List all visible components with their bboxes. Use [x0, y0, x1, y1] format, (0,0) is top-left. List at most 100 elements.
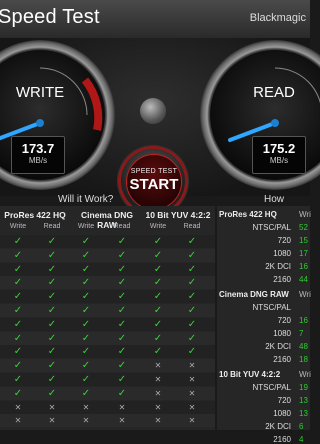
how-fast-row-label: 2K DCI: [265, 342, 291, 351]
cross-icon: ✕: [188, 361, 196, 371]
checkmark-icon: ✓: [153, 332, 163, 344]
checkmark-icon: ✓: [13, 374, 23, 385]
start-label: START: [129, 176, 179, 193]
format-prores-head: ProRes 422 HQ: [4, 210, 66, 220]
checkmark-icon: ✓: [117, 346, 127, 358]
how-fast-row-label: 720: [277, 236, 291, 245]
checkmark-icon: ✓: [47, 236, 57, 247]
how-fast-row-value: 17: [299, 249, 308, 258]
checkmark-icon: ✓: [187, 236, 197, 247]
checkmark-icon: ✓: [117, 374, 127, 385]
how-fast-row-value: 13: [299, 409, 308, 418]
checkmark-icon: ✓: [153, 318, 163, 330]
checkmark-icon: ✓: [47, 305, 57, 316]
prores-write-head: Write: [9, 223, 27, 230]
how-fast-row-value: 19: [299, 383, 308, 392]
how-fast-row-label: 2K DCI: [265, 262, 291, 271]
checkmark-icon: ✓: [81, 263, 91, 275]
screw-icon: [140, 98, 166, 124]
checkmark-icon: ✓: [47, 277, 57, 289]
how-fast-row-value: 18: [299, 355, 308, 364]
checkmark-icon: ✓: [13, 249, 23, 261]
checkmark-icon: ✓: [117, 236, 127, 247]
checkmark-icon: ✓: [47, 387, 57, 399]
how-fast-row-value: 4: [299, 435, 304, 444]
cross-icon: ✕: [48, 416, 56, 426]
checkmark-icon: ✓: [187, 318, 197, 330]
brand-label: Blackmagic: [249, 12, 306, 24]
will-it-work-panel: ProRes 422 HQ Cinema DNG RAW 10 Bit YUV …: [0, 206, 215, 430]
cross-icon: ✕: [188, 402, 196, 412]
cross-icon: ✕: [118, 402, 126, 412]
start-caption: SPEED TEST: [130, 168, 178, 175]
how-fast-row-value: 16: [299, 262, 308, 271]
how-fast-row-label: 720: [277, 396, 291, 405]
cross-icon: ✕: [154, 388, 162, 398]
how-fast-col-head: Wri: [299, 210, 311, 219]
checkmark-icon: ✓: [13, 387, 23, 399]
checkmark-icon: ✓: [47, 318, 57, 330]
checkmark-icon: ✓: [81, 332, 91, 344]
checkmark-icon: ✓: [187, 346, 197, 358]
checkmark-icon: ✓: [187, 332, 197, 344]
checkmark-icon: ✓: [117, 291, 127, 303]
checkmark-icon: ✓: [13, 236, 23, 247]
checkmark-icon: ✓: [153, 277, 163, 289]
cross-icon: ✕: [188, 416, 196, 426]
cross-icon: ✕: [188, 388, 196, 398]
cross-icon: ✕: [82, 402, 90, 412]
gauge-area: WRITE 173.7 MB/s SPEED TEST START READ 1…: [0, 38, 320, 216]
checkmark-icon: ✓: [47, 263, 57, 275]
checkmark-icon: ✓: [81, 387, 91, 399]
yuv-read-head: Read: [183, 223, 201, 230]
checkmark-icon: ✓: [47, 360, 57, 372]
write-gauge: WRITE 173.7 MB/s: [0, 40, 115, 190]
cross-icon: ✕: [154, 402, 162, 412]
yuv-write-head: Write: [149, 223, 167, 230]
cross-icon: ✕: [154, 375, 162, 384]
checkmark-icon: ✓: [187, 249, 197, 261]
how-fast-row-label: 2160: [273, 275, 291, 284]
read-label: READ: [253, 84, 295, 101]
how-fast-row-label: NTSC/PAL: [252, 303, 291, 312]
checkmark-icon: ✓: [81, 360, 91, 372]
checkmark-icon: ✓: [117, 332, 127, 344]
prores-read-head: Read: [43, 223, 61, 230]
checkmark-icon: ✓: [13, 360, 23, 372]
write-label: WRITE: [15, 84, 65, 101]
how-fast-row-label: 1080: [273, 329, 291, 338]
checkmark-icon: ✓: [13, 332, 23, 344]
cross-icon: ✕: [188, 375, 196, 384]
read-unit: MB/s: [269, 156, 289, 165]
checkmark-icon: ✓: [13, 318, 23, 330]
how-fast-group-heading: ProRes 422 HQ: [219, 210, 277, 219]
how-fast-panel: ProRes 422 HQ Wri NTSC/PAL 52 720 15 1080 17 2K …: [217, 206, 311, 444]
how-fast-row-value: 44: [299, 275, 308, 284]
checkmark-icon: ✓: [153, 346, 163, 358]
checkmark-icon: ✓: [13, 263, 23, 275]
checkmark-icon: ✓: [81, 318, 91, 330]
how-fast-row-value: 16: [299, 316, 308, 325]
checkmark-icon: ✓: [81, 291, 91, 303]
how-fast-group-heading: Cinema DNG RAW: [219, 290, 289, 299]
checkmark-icon: ✓: [153, 305, 163, 316]
cross-icon: ✕: [154, 416, 162, 426]
cross-icon: ✕: [14, 402, 22, 412]
will-it-work-heading: Will it Work?: [58, 194, 114, 205]
cinemadng-write-head: Write: [77, 223, 95, 230]
how-fast-row-label: 1080: [273, 249, 291, 258]
read-gauge: READ 175.2 MB/s: [200, 40, 320, 190]
read-readout: 175.2 MB/s: [252, 136, 306, 174]
cross-icon: ✕: [14, 416, 22, 426]
checkmark-icon: ✓: [117, 249, 127, 261]
how-fast-row-value: 52: [299, 223, 308, 232]
write-value: 173.7: [21, 141, 55, 156]
checkmark-icon: ✓: [81, 249, 91, 261]
how-fast-row-label: 720: [277, 316, 291, 325]
checkmark-icon: ✓: [47, 249, 57, 261]
checkmark-icon: ✓: [13, 346, 23, 358]
checkmark-icon: ✓: [153, 249, 163, 261]
read-value: 175.2: [262, 141, 296, 156]
checkmark-icon: ✓: [13, 291, 23, 303]
how-fast-col-head: Wri: [299, 370, 311, 379]
